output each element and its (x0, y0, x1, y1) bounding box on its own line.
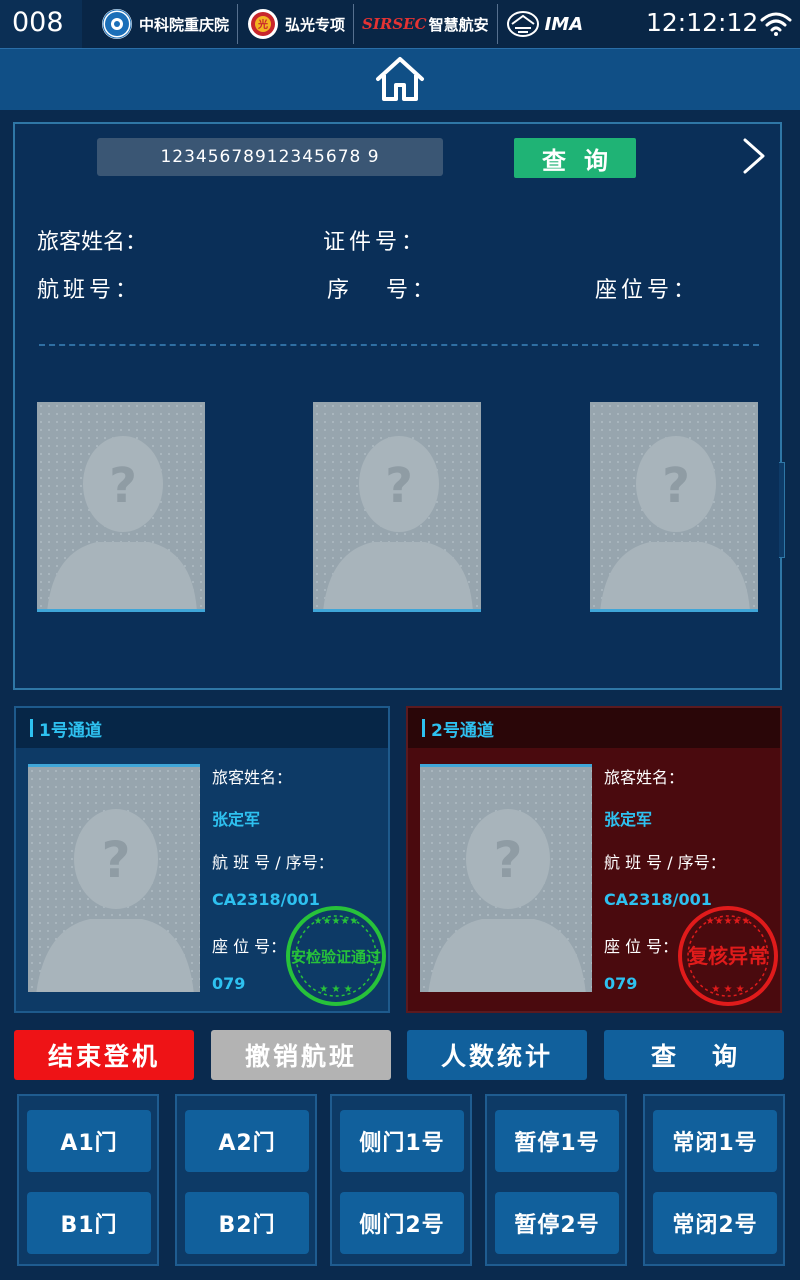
seat-number-label: 座位号： (595, 278, 700, 303)
search-button[interactable]: 查询 (514, 138, 636, 178)
hongguang-logo: 光 弘光专项 (238, 4, 355, 44)
nav-bar (0, 48, 800, 110)
cas-emblem-icon (102, 9, 132, 39)
gate-group-2: A2门 B2门 (175, 1094, 317, 1266)
svg-text:★★★★★: ★★★★★ (706, 916, 751, 927)
search-input[interactable] (97, 138, 443, 176)
photo-placeholder-3: ? (590, 402, 758, 612)
flight-sequence-label: 航 班 号 / 序号： (604, 853, 726, 872)
device-id: 008 (0, 0, 82, 48)
normally-closed-2-button[interactable]: 常闭2号 (653, 1192, 777, 1254)
cas-logo: 中科院重庆院 (92, 4, 239, 44)
svg-text:★ ★ ★: ★ ★ ★ (319, 984, 352, 995)
channel-2-photo: ? (420, 764, 592, 992)
channel-1-panel: 1号通道 ? 旅客姓名： 张定军 航 班 号 / 序号： CA2318/001 … (14, 706, 390, 1013)
normally-closed-1-button[interactable]: 常闭1号 (653, 1110, 777, 1172)
svg-text:安检验证通过: 安检验证通过 (291, 948, 381, 966)
passenger-name-label: 旅客姓名： (212, 768, 293, 787)
side-tab (779, 462, 785, 558)
pause-1-button[interactable]: 暂停1号 (495, 1110, 619, 1172)
channel-2-panel: 2号通道 ? 旅客姓名： 张定军 航 班 号 / 序号： CA2318/001 … (406, 706, 782, 1013)
photo-placeholder-1: ? (37, 402, 205, 612)
gate-b2-button[interactable]: B2门 (185, 1192, 309, 1254)
svg-text:?: ? (109, 458, 137, 514)
svg-text:复核异常: 复核异常 (687, 944, 768, 968)
headcount-button[interactable]: 人数统计 (407, 1030, 587, 1080)
gate-group-4: 暂停1号 暂停2号 (485, 1094, 627, 1266)
id-number-label: 证件号： (323, 230, 428, 255)
header-accent-bar (422, 719, 425, 737)
svg-text:★★★★★: ★★★★★ (314, 916, 359, 927)
unknown-person-icon: ? (28, 767, 200, 992)
svg-text:光: 光 (257, 18, 268, 31)
gate-group-5: 常闭1号 常闭2号 (643, 1094, 785, 1266)
cancel-flight-button[interactable]: 撤销航班 (211, 1030, 391, 1080)
gate-a1-button[interactable]: A1门 (27, 1110, 151, 1172)
flight-number-label: 航班号： (37, 278, 142, 303)
end-boarding-button[interactable]: 结束登机 (14, 1030, 194, 1080)
sirsec-logo: SIRSEC 智慧航安 (354, 4, 498, 44)
ima-logo: IMA (498, 4, 592, 44)
clock: 12:12:12 (646, 8, 759, 37)
gate-group-3: 侧门1号 侧门2号 (330, 1094, 472, 1266)
seat-number-value: 079 (604, 974, 638, 993)
seat-number-label: 座 位 号： (604, 937, 679, 956)
unknown-person-icon: ? (37, 402, 205, 609)
seat-number-label: 座 位 号： (212, 937, 287, 956)
wifi-icon (760, 12, 792, 36)
chevron-right-icon[interactable] (739, 136, 769, 176)
home-icon[interactable] (374, 55, 426, 105)
passenger-name-label: 旅客姓名： (604, 768, 685, 787)
svg-text:?: ? (493, 831, 522, 889)
query-button[interactable]: 查询 (604, 1030, 784, 1080)
channel-2-title: 2号通道 (431, 720, 494, 741)
divider (39, 344, 759, 346)
svg-text:?: ? (662, 458, 690, 514)
passenger-name-value: 张定军 (212, 810, 261, 829)
pause-2-button[interactable]: 暂停2号 (495, 1192, 619, 1254)
sequence-label: 序 号： (327, 278, 438, 303)
unknown-person-icon: ? (313, 402, 481, 609)
header-accent-bar (30, 719, 33, 737)
hongguang-emblem-icon: 光 (248, 9, 279, 39)
status-bar: 008 中科院重庆院 光 弘光专项 SIRSEC 智慧航安 IMA 12:12:… (0, 0, 800, 48)
channel-1-header: 1号通道 (16, 708, 388, 748)
svg-text:★ ★ ★: ★ ★ ★ (711, 984, 744, 995)
side-gate-2-button[interactable]: 侧门2号 (340, 1192, 464, 1254)
review-abnormal-stamp-icon: ★★★★★ ★ ★ ★ 复核异常 (678, 906, 778, 1006)
flight-sequence-label: 航 班 号 / 序号： (212, 853, 334, 872)
query-panel: 查询 旅客姓名： 证件号： 航班号： 序 号： 座位号： ? ? (13, 122, 782, 690)
side-gate-1-button[interactable]: 侧门1号 (340, 1110, 464, 1172)
channel-1-title: 1号通道 (39, 720, 102, 741)
svg-text:?: ? (101, 831, 130, 889)
partner-logos: 中科院重庆院 光 弘光专项 SIRSEC 智慧航安 IMA (92, 4, 591, 44)
passenger-name-value: 张定军 (604, 810, 653, 829)
unknown-person-icon: ? (420, 767, 592, 992)
gate-a2-button[interactable]: A2门 (185, 1110, 309, 1172)
passenger-name-label: 旅客姓名： (37, 230, 148, 255)
channel-2-header: 2号通道 (408, 708, 780, 748)
unknown-person-icon: ? (590, 402, 758, 609)
gate-b1-button[interactable]: B1门 (27, 1192, 151, 1254)
svg-text:?: ? (385, 458, 413, 514)
photo-placeholder-2: ? (313, 402, 481, 612)
gate-group-1: A1门 B1门 (17, 1094, 159, 1266)
security-pass-stamp-icon: ★★★★★ ★ ★ ★ 安检验证通过 (286, 906, 386, 1006)
channel-1-photo: ? (28, 764, 200, 992)
seat-number-value: 079 (212, 974, 246, 993)
ima-emblem-icon (506, 11, 539, 37)
